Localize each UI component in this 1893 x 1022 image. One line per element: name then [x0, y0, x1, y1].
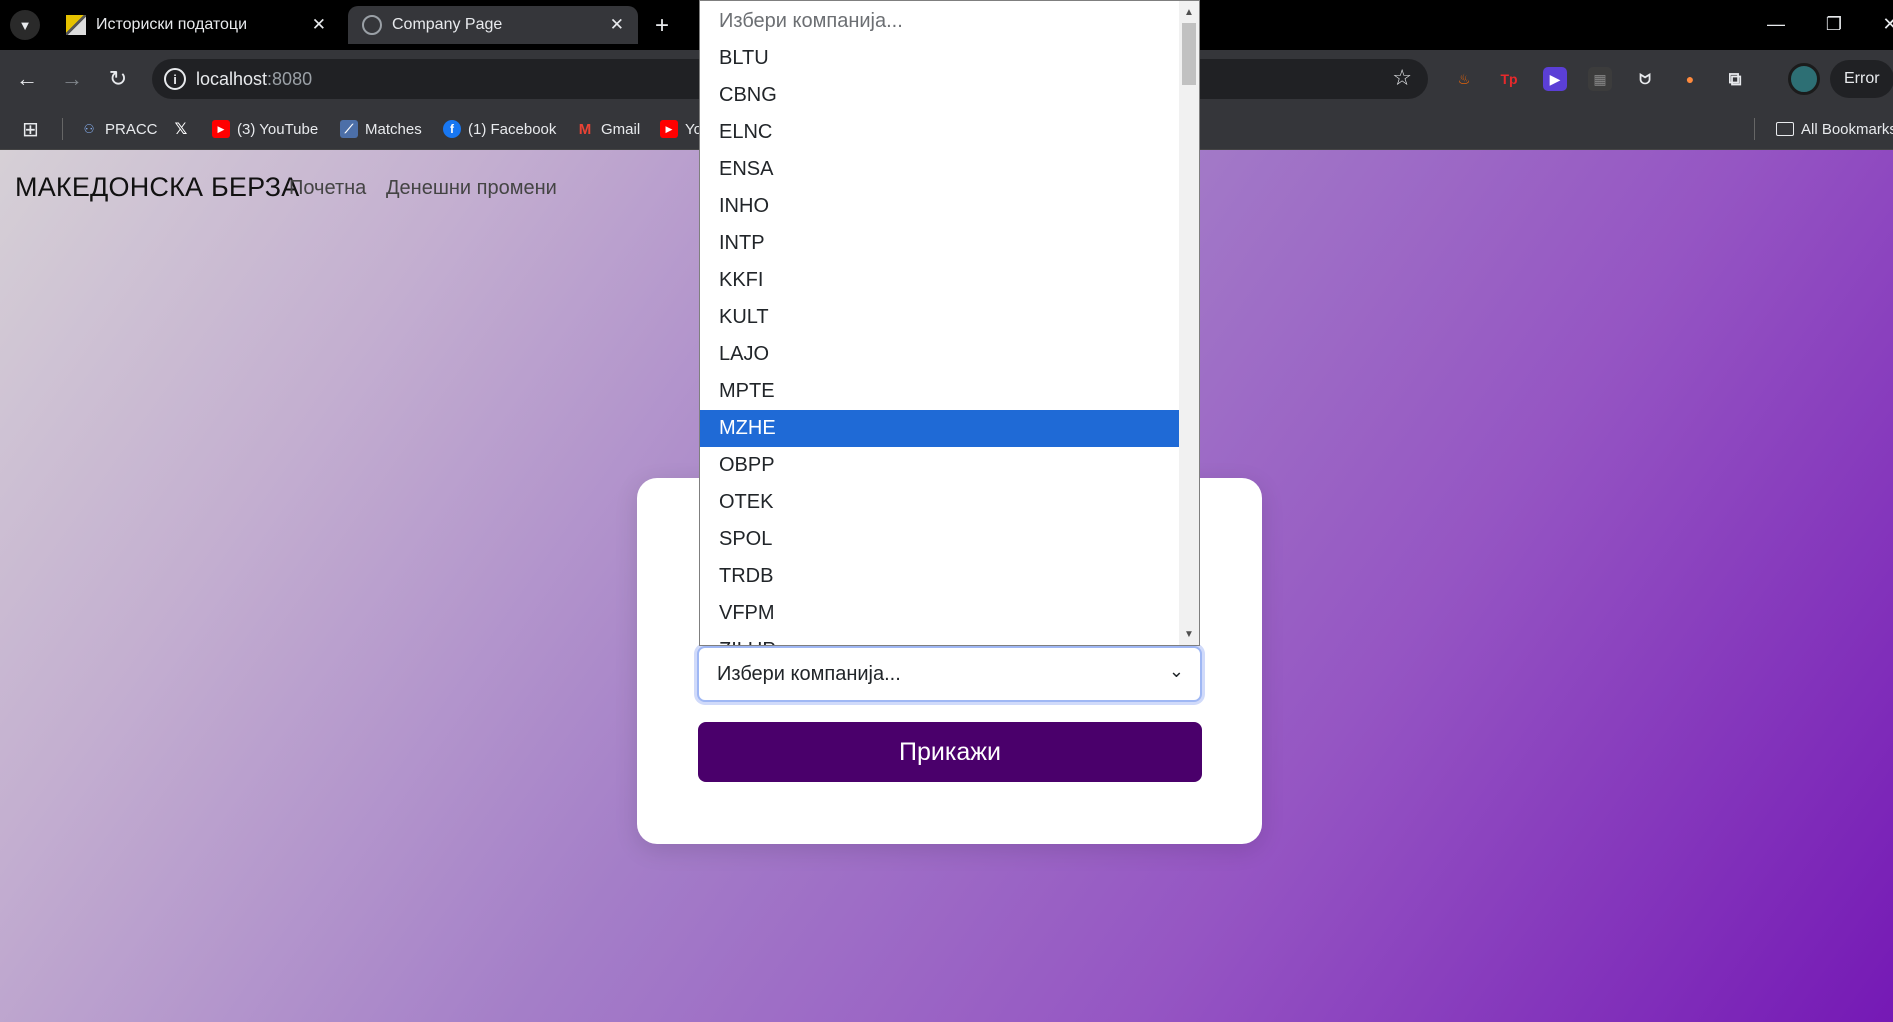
minimize-button[interactable]: — [1748, 0, 1804, 48]
gmail-icon: M [578, 120, 592, 138]
bookmark-x[interactable]: 𝕏 [172, 116, 197, 142]
nav-link-home[interactable]: Почетна [289, 177, 366, 200]
dropdown-option[interactable]: TRDB [700, 558, 1179, 595]
dropdown-option[interactable]: VFPM [700, 595, 1179, 632]
close-window-button[interactable]: ✕ [1862, 0, 1893, 48]
dropdown-option[interactable]: ENSA [700, 151, 1179, 188]
dropdown-option-highlighted[interactable]: MZHE [700, 410, 1179, 447]
restore-button[interactable]: ❐ [1806, 0, 1862, 48]
reload-button[interactable]: ↻ [103, 64, 133, 94]
bookmark-gmail[interactable]: M Gmail [576, 116, 640, 142]
dropdown-option[interactable]: OTEK [700, 484, 1179, 521]
new-tab-button[interactable]: + [648, 12, 676, 40]
divider [1754, 118, 1755, 140]
cat-extension-icon[interactable]: ᗢ [1633, 67, 1657, 91]
profile-avatar[interactable] [1788, 63, 1820, 95]
scroll-down-icon[interactable]: ▼ [1179, 625, 1199, 643]
close-icon[interactable]: ✕ [610, 15, 624, 35]
dropdown-option[interactable]: SPOL [700, 521, 1179, 558]
qr-extension-icon[interactable]: ▦ [1588, 67, 1612, 91]
globe-icon [362, 15, 382, 35]
puzzle-extensions-icon[interactable]: ⧉ [1723, 67, 1747, 91]
dropdown-option[interactable]: MPTE [700, 373, 1179, 410]
bookmark-facebook[interactable]: f (1) Facebook [443, 116, 556, 142]
drop-extension-icon[interactable]: ● [1678, 67, 1702, 91]
forward-button[interactable]: → [57, 64, 87, 94]
dropdown-scrollbar[interactable]: ▲ ▼ [1179, 1, 1199, 645]
bookmark-pracc[interactable]: ⚇ PRACC [80, 116, 158, 142]
x-logo-icon: 𝕏 [174, 121, 188, 138]
dropdown-option[interactable]: KULT [700, 299, 1179, 336]
pracc-icon: ⚇ [83, 122, 95, 136]
youtube-icon: ▶ [212, 120, 230, 138]
url-text: localhost:8080 [196, 69, 313, 89]
dropdown-option[interactable]: CBNG [700, 77, 1179, 114]
tab-company-page[interactable]: Company Page ✕ [348, 6, 638, 44]
dropdown-option[interactable]: ELNC [700, 114, 1179, 151]
profile-error-button[interactable]: Error [1830, 60, 1893, 98]
folder-icon [1776, 122, 1794, 136]
dropdown-option[interactable]: OBPP [700, 447, 1179, 484]
dropdown-option[interactable]: ZILUP [700, 632, 1179, 645]
site-favicon-icon [66, 15, 86, 35]
tab-title: Историски податоци [96, 16, 248, 33]
site-brand[interactable]: МАКЕДОНСКА БЕРЗА [15, 172, 299, 203]
close-icon[interactable]: ✕ [312, 15, 326, 35]
scrollbar-thumb[interactable] [1182, 23, 1196, 85]
bookmark-matches[interactable]: ⟋ Matches [340, 116, 422, 142]
chevron-down-icon: ⌄ [1168, 661, 1184, 681]
bookmark-youtube-2[interactable]: ▶ Yo [660, 116, 702, 142]
all-bookmarks-button[interactable]: All Bookmarks [1776, 116, 1893, 142]
dropdown-option[interactable]: BLTU [700, 40, 1179, 77]
youtube-icon: ▶ [660, 120, 678, 138]
dropdown-option[interactable]: Избери компанија... [700, 3, 1179, 40]
matches-icon: ⟋ [340, 120, 358, 138]
info-icon[interactable]: i [164, 68, 186, 90]
scroll-up-icon[interactable]: ▲ [1179, 3, 1199, 21]
tab-title: Company Page [392, 16, 503, 33]
chevron-down-icon: ▼ [18, 17, 32, 33]
dropdown-option[interactable]: LAJO [700, 336, 1179, 373]
facebook-icon: f [443, 120, 461, 138]
flame-extension-icon[interactable]: ♨ [1452, 67, 1476, 91]
divider [62, 118, 63, 140]
tp-extension-icon[interactable]: Tp [1497, 67, 1521, 91]
dropdown-option[interactable]: INTP [700, 225, 1179, 262]
company-dropdown-list[interactable]: Избери компанија... BLTU CBNG ELNC ENSA … [699, 0, 1200, 646]
dropdown-option[interactable]: INHO [700, 188, 1179, 225]
apps-grid-icon[interactable]: ⊞ [22, 116, 39, 142]
bookmark-star-icon[interactable]: ☆ [1392, 65, 1412, 91]
back-button[interactable]: ← [12, 64, 42, 94]
dropdown-option[interactable]: KKFI [700, 262, 1179, 299]
select-value: Избери компанија... [717, 663, 901, 685]
video-extension-icon[interactable]: ▶ [1543, 67, 1567, 91]
tab-search-button[interactable]: ▼ [10, 10, 40, 40]
show-button[interactable]: Прикажи [698, 722, 1202, 782]
nav-link-daily-changes[interactable]: Денешни промени [386, 177, 557, 200]
company-select[interactable]: Избери компанија... ⌄ [697, 646, 1202, 702]
tab-historical-data[interactable]: Историски податоци ✕ [52, 6, 340, 44]
bookmark-youtube[interactable]: ▶ (3) YouTube [212, 116, 318, 142]
